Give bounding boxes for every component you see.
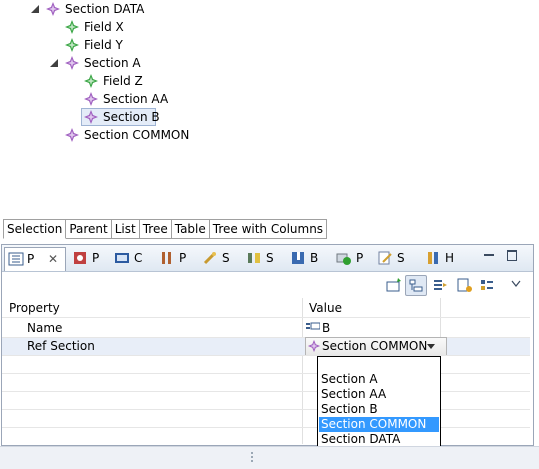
new-property-icon[interactable] [386, 277, 402, 293]
maximize-icon[interactable] [507, 250, 517, 261]
tree-item-label: Section COMMON [84, 128, 190, 142]
tree-item-label: Field Y [84, 38, 123, 52]
restore-default-icon[interactable] [457, 277, 473, 293]
combo-value: Section COMMON [322, 339, 428, 353]
tree-item-section-b[interactable]: Section B [0, 108, 539, 126]
column-header-property[interactable]: Property [9, 299, 60, 317]
tree-item-field-x[interactable]: Field X [0, 18, 539, 36]
dropdown-option-section-b[interactable]: Section B [319, 402, 439, 417]
tree-item-section-common[interactable]: Section COMMON [0, 126, 539, 144]
text-property-icon [306, 322, 320, 330]
bookmarks-icon [292, 252, 304, 264]
filter-advanced-icon[interactable] [432, 277, 448, 293]
view-tab-history[interactable]: H [425, 249, 465, 267]
tree-item-field-y[interactable]: Field Y [0, 36, 539, 54]
show-categories-button[interactable] [405, 275, 427, 296]
view-tab-label: P [179, 251, 187, 265]
view-tab-label: P [27, 252, 35, 266]
snippets-icon [378, 251, 392, 265]
view-tab-console[interactable]: C [114, 249, 154, 267]
synchronize-icon [248, 253, 260, 263]
property-name: Ref Section [27, 339, 95, 353]
section-icon [84, 92, 98, 106]
section-icon [307, 339, 321, 353]
viewer-tabs: Selection Parent List Tree Table Tree wi… [3, 219, 328, 239]
tab-table[interactable]: Table [171, 220, 210, 239]
tree-item-label: Section DATA [65, 2, 145, 16]
ref-section-dropdown-list: Section A Section AA Section B Section C… [317, 356, 441, 449]
problems-icon [336, 253, 351, 265]
ref-section-combo[interactable]: Section COMMON [305, 337, 447, 356]
plugin-icon [74, 252, 86, 264]
tree-item-section-a[interactable]: Section A [0, 54, 539, 72]
field-icon [65, 38, 79, 52]
history-icon [428, 252, 438, 264]
property-name: Name [27, 321, 63, 335]
view-tab-problems[interactable]: P [336, 249, 376, 267]
view-tab-label: H [445, 251, 455, 265]
console-icon [115, 253, 129, 263]
view-tab-bookmarks[interactable]: B [290, 249, 330, 267]
tab-tree[interactable]: Tree [139, 220, 172, 239]
tree-item-label: Section A [84, 56, 141, 70]
section-icon [65, 56, 79, 70]
view-tab-synchronize[interactable]: S [246, 249, 286, 267]
expanded-twisty-icon[interactable] [31, 5, 39, 13]
progress-icon [162, 252, 171, 264]
tree-item-section-data[interactable]: Section DATA [0, 0, 539, 18]
section-icon [84, 110, 98, 124]
dropdown-option-section-a[interactable]: Section A [319, 372, 439, 387]
dropdown-option-section-aa[interactable]: Section AA [319, 387, 439, 402]
properties-icon [8, 252, 24, 266]
tree-item-field-z[interactable]: Field Z [0, 72, 539, 90]
status-bar [0, 446, 539, 469]
tree-item-label: Field Z [103, 74, 143, 88]
tab-parent[interactable]: Parent [66, 220, 112, 239]
expanded-twisty-icon[interactable] [50, 59, 58, 67]
drag-handle-icon[interactable] [250, 451, 254, 465]
minimize-icon[interactable] [484, 254, 494, 256]
chevron-down-icon[interactable] [427, 344, 435, 349]
view-tab-search[interactable]: S [202, 249, 242, 267]
view-tab-progress[interactable]: P [159, 249, 199, 267]
search-icon [203, 251, 217, 265]
view-tab-label: P [92, 251, 100, 265]
view-tab-label: S [266, 251, 274, 265]
categories-icon [409, 279, 423, 292]
column-header-value[interactable]: Value [309, 299, 342, 317]
view-tab-snippets[interactable]: S [377, 249, 417, 267]
view-tab-plugins[interactable]: P [72, 249, 112, 267]
view-tab-label: S [222, 251, 230, 265]
view-menu-chevron-down-icon[interactable] [511, 280, 521, 288]
view-tab-label: C [134, 251, 143, 265]
tree-item-label: Field X [84, 20, 124, 34]
close-icon[interactable]: ✕ [48, 250, 58, 268]
field-icon [65, 20, 79, 34]
tree-item-label: Section B [103, 110, 160, 124]
field-icon [84, 74, 98, 88]
view-tab-label: P [356, 251, 364, 265]
dropdown-option-section-common[interactable]: Section COMMON [319, 417, 439, 432]
tab-selection[interactable]: Selection [3, 220, 67, 239]
tab-tree-with-columns[interactable]: Tree with Columns [209, 220, 328, 239]
section-icon [46, 2, 60, 16]
section-icon [65, 128, 79, 142]
tab-list[interactable]: List [111, 220, 140, 239]
pin-icon[interactable] [479, 277, 495, 293]
dropdown-option-section-data[interactable]: Section DATA [319, 432, 439, 447]
view-tab-properties[interactable]: P ✕ [4, 247, 66, 271]
tree-item-label: Section AA [103, 92, 169, 106]
view-tab-label: B [310, 251, 319, 265]
view-tab-bar: P ✕ P C P S S B P S H [2, 245, 533, 272]
tree-item-section-aa[interactable]: Section AA [0, 90, 539, 108]
property-value: B [322, 321, 331, 335]
view-tab-label: S [397, 251, 405, 265]
